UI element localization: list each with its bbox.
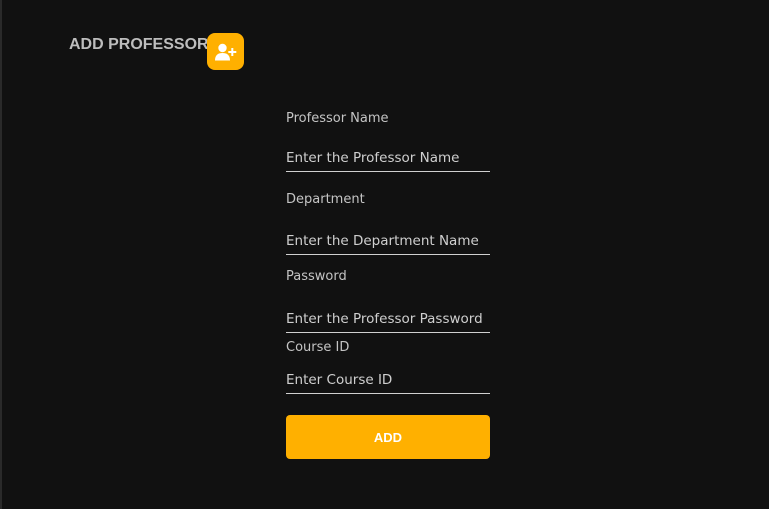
course-id-input[interactable] [286,366,490,394]
professor-name-input[interactable] [286,144,490,172]
page-title: ADD PROFESSOR [69,36,209,53]
department-input[interactable] [286,227,490,255]
user-plus-icon [207,33,244,70]
department-label: Department [286,192,365,207]
professor-name-label: Professor Name [286,111,389,126]
password-input[interactable] [286,305,490,333]
course-id-label: Course ID [286,340,350,355]
add-professor-panel: ADD PROFESSOR Professor Name Department … [2,0,769,509]
password-label: Password [286,269,347,284]
add-button[interactable]: ADD [286,415,490,459]
